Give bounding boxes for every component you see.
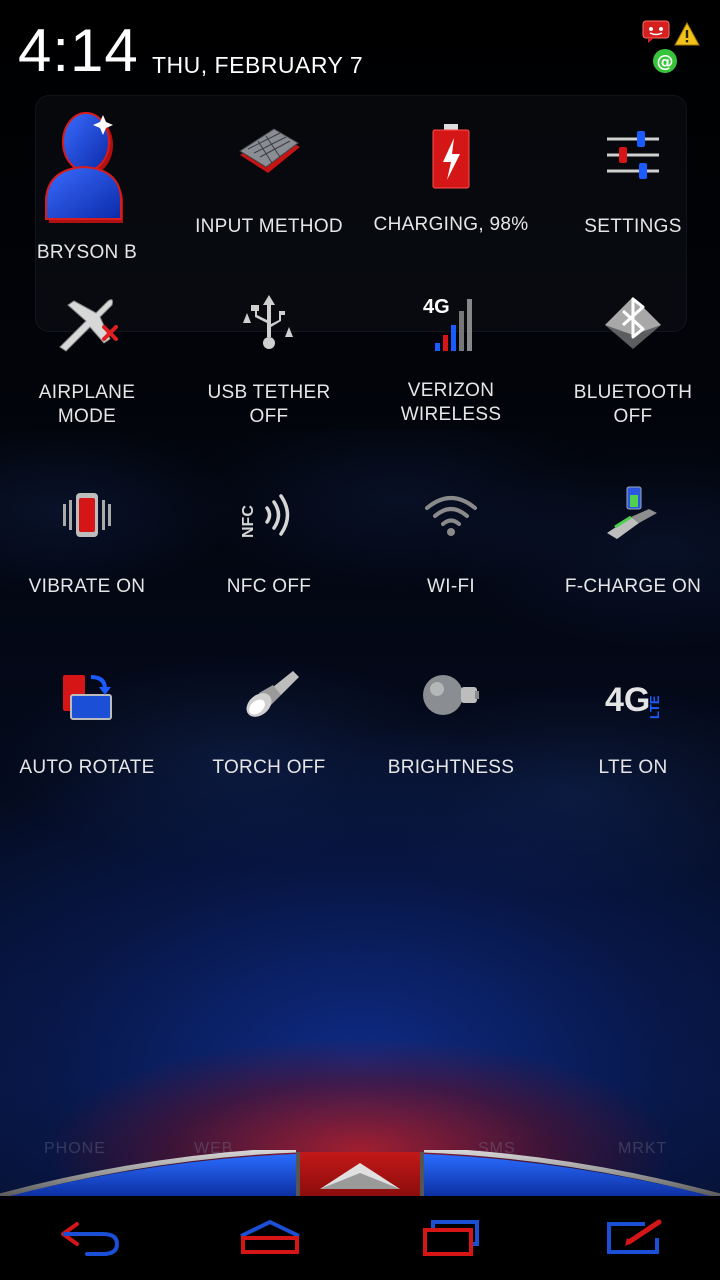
back-button[interactable] (50, 1210, 130, 1266)
tile-label: LTE ON (598, 757, 668, 778)
rotate-icon (47, 657, 127, 737)
menu-button[interactable] (594, 1210, 674, 1266)
tile-label: TORCH OFF (212, 757, 326, 778)
wifi-icon (411, 475, 491, 555)
clock: 4:14 (18, 17, 139, 84)
status-header: 4:14 THU, FEBRUARY 7 @ (0, 0, 720, 95)
menu-icon (607, 1219, 662, 1254)
keyboard-icon (229, 115, 309, 195)
tile-label: USB TETHER OFF (207, 382, 331, 427)
tile-label: WI-FI (427, 576, 475, 597)
signal-4g-icon: 4G (411, 281, 491, 361)
tile-label: NFC OFF (226, 576, 312, 597)
usb-icon (229, 283, 309, 363)
tile-label: CHARGING, 98% (373, 214, 529, 235)
tile-label: F-CHARGE ON (564, 576, 702, 597)
svg-text:@: @ (657, 52, 674, 72)
tile-label: INPUT METHOD (195, 216, 343, 237)
svg-text:4G: 4G (605, 681, 650, 719)
tile-label: BLUETOOTH OFF (573, 382, 693, 427)
at-icon: @ (652, 48, 678, 74)
tile-label: VIBRATE ON (28, 576, 146, 597)
battery-charging-icon (411, 117, 491, 197)
fast-charge-icon (593, 473, 673, 553)
app-drawer-button[interactable] (296, 1152, 424, 1198)
tile-label: AUTO ROTATE (19, 757, 155, 778)
user-icon (37, 105, 137, 225)
tile-label: BRYSON B (36, 242, 138, 263)
home-button[interactable] (230, 1210, 310, 1266)
home-icon (240, 1220, 300, 1254)
tile-label: SETTINGS (584, 216, 682, 237)
bulb-icon (411, 657, 491, 737)
airplane-icon (47, 283, 127, 363)
recent-apps-icon (423, 1220, 479, 1256)
message-icon (642, 20, 670, 44)
tile-label: AIRPLANE MODE (38, 382, 136, 427)
back-icon (61, 1222, 120, 1256)
date[interactable]: THU, FEBRUARY 7 (152, 52, 363, 79)
sliders-icon (593, 115, 673, 195)
svg-text:4G: 4G (423, 296, 450, 318)
tile-label: VERIZON WIRELESS (400, 380, 502, 425)
nfc-icon: NFC (229, 475, 309, 555)
flashlight-icon (229, 655, 309, 735)
vibrate-icon (47, 475, 127, 555)
lte-icon: 4G LTE (593, 657, 673, 737)
recent-apps-button[interactable] (412, 1210, 492, 1266)
svg-text:LTE: LTE (647, 695, 662, 719)
warning-icon (674, 21, 700, 46)
bluetooth-icon (593, 283, 673, 363)
app-drawer-arrow-icon (320, 1163, 400, 1189)
navigation-bar (0, 1196, 720, 1280)
notification-shade: 4:14 THU, FEBRUARY 7 @ BRYSON B INPUT ME… (0, 0, 720, 1280)
svg-text:NFC: NFC (240, 505, 257, 538)
tile-label: BRIGHTNESS (387, 757, 515, 778)
